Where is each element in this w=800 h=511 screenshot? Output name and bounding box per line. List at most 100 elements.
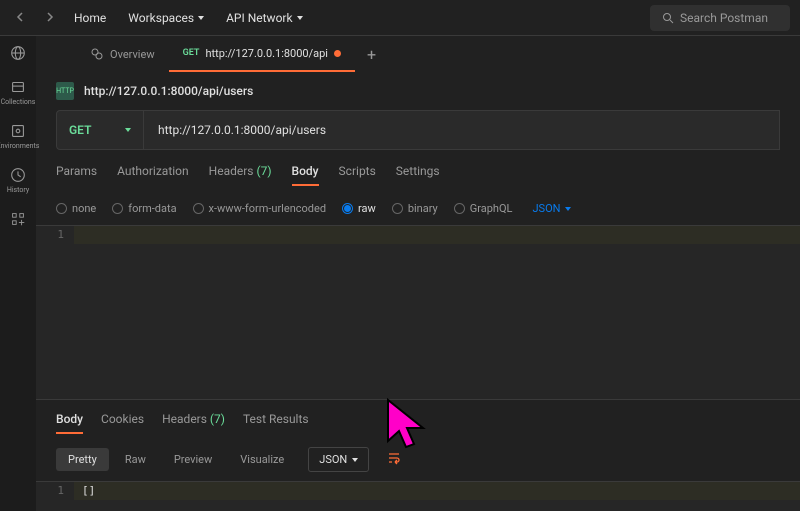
headers-count: (7) xyxy=(256,164,271,178)
search-input[interactable]: Search Postman xyxy=(650,5,790,31)
environments-icon xyxy=(9,122,27,140)
req-tab-label: Headers xyxy=(209,164,254,178)
workspace-tabs: Overview GET http://127.0.0.1:8000/api + xyxy=(36,36,800,72)
wrap-icon xyxy=(387,451,401,465)
resp-format-dropdown[interactable]: JSON xyxy=(308,447,369,472)
content-type-dropdown[interactable]: JSON xyxy=(532,202,570,215)
req-tab-body[interactable]: Body xyxy=(292,164,319,186)
tab-overview[interactable]: Overview xyxy=(76,36,169,72)
response-body-viewer[interactable]: 1 [] xyxy=(36,481,800,511)
resp-tab-headers[interactable]: Headers (7) xyxy=(162,412,225,434)
radio-icon xyxy=(56,203,67,214)
line-number: 1 xyxy=(36,482,74,500)
tab-label: Overview xyxy=(110,48,155,61)
request-url-bar: GET http://127.0.0.1:8000/api/users xyxy=(36,110,800,150)
radio-icon xyxy=(112,203,123,214)
response-tabs: Body Cookies Headers (7) Test Results xyxy=(36,400,800,442)
chevron-down-icon xyxy=(125,128,131,132)
chevron-down-icon xyxy=(565,207,571,211)
main-area: Overview GET http://127.0.0.1:8000/api +… xyxy=(36,36,800,511)
resp-tab-label: Headers xyxy=(162,412,207,426)
resp-view-raw[interactable]: Raw xyxy=(113,448,158,471)
new-tab-button[interactable]: + xyxy=(355,45,388,64)
unsaved-indicator xyxy=(334,50,341,57)
arrow-right-icon xyxy=(44,12,54,22)
sidebar-item-more[interactable] xyxy=(0,210,36,228)
response-view-controls: Pretty Raw Preview Visualize JSON xyxy=(36,442,800,481)
tab-request-active[interactable]: GET http://127.0.0.1:8000/api xyxy=(169,36,355,72)
tab-method-badge: GET xyxy=(183,48,200,58)
resp-headers-count: (7) xyxy=(210,412,225,426)
body-type-raw[interactable]: raw xyxy=(342,202,376,215)
resp-tab-body[interactable]: Body xyxy=(56,412,83,434)
search-icon xyxy=(662,12,674,24)
wrap-lines-button[interactable] xyxy=(379,446,409,473)
sidebar-label: Collections xyxy=(1,98,36,106)
url-value: http://127.0.0.1:8000/api/users xyxy=(158,123,326,137)
body-type-urlencoded[interactable]: x-www-form-urlencoded xyxy=(193,202,327,215)
body-type-none[interactable]: none xyxy=(56,202,96,215)
nav-workspaces-label: Workspaces xyxy=(128,11,194,25)
tab-label: http://127.0.0.1:8000/api xyxy=(205,47,328,60)
globe-icon xyxy=(9,44,27,62)
body-type-selector: none form-data x-www-form-urlencoded raw… xyxy=(36,196,800,225)
radio-label: raw xyxy=(358,202,376,215)
resp-view-visualize[interactable]: Visualize xyxy=(228,448,296,471)
arrow-left-icon xyxy=(16,12,26,22)
chevron-down-icon xyxy=(198,16,204,20)
resp-tab-test-results[interactable]: Test Results xyxy=(243,412,309,434)
req-tab-settings[interactable]: Settings xyxy=(396,164,440,186)
grid-plus-icon xyxy=(9,210,27,228)
nav-home[interactable]: Home xyxy=(66,7,114,29)
body-type-binary[interactable]: binary xyxy=(392,202,438,215)
chevron-down-icon xyxy=(297,16,303,20)
sidebar-item-globe[interactable] xyxy=(0,44,36,62)
overview-icon xyxy=(90,47,104,61)
url-input[interactable]: http://127.0.0.1:8000/api/users xyxy=(144,110,780,150)
resp-tab-cookies[interactable]: Cookies xyxy=(101,412,144,434)
req-tab-params[interactable]: Params xyxy=(56,164,97,186)
body-type-form-data[interactable]: form-data xyxy=(112,202,176,215)
req-tab-headers[interactable]: Headers (7) xyxy=(209,164,272,186)
resp-view-pretty[interactable]: Pretty xyxy=(56,448,109,471)
resp-view-preview[interactable]: Preview xyxy=(162,448,224,471)
forward-button[interactable] xyxy=(38,7,60,29)
radio-label: binary xyxy=(408,202,438,215)
sidebar-label: Environments xyxy=(0,142,39,150)
collections-icon xyxy=(9,78,27,96)
search-placeholder: Search Postman xyxy=(680,11,768,25)
history-icon xyxy=(9,166,27,184)
req-tab-scripts[interactable]: Scripts xyxy=(339,164,376,186)
response-panel: Body Cookies Headers (7) Test Results Pr… xyxy=(36,399,800,511)
request-body-editor[interactable]: 1 xyxy=(36,225,800,399)
chevron-down-icon xyxy=(352,458,358,462)
req-tab-authorization[interactable]: Authorization xyxy=(117,164,189,186)
radio-label: form-data xyxy=(128,202,176,215)
breadcrumb-url: http://127.0.0.1:8000/api/users xyxy=(84,84,253,98)
sidebar-label: History xyxy=(7,186,29,194)
line-content[interactable] xyxy=(74,226,800,244)
line-number: 1 xyxy=(36,226,74,244)
left-sidebar: Collections Environments History xyxy=(0,36,36,511)
radio-label: GraphQL xyxy=(470,202,513,215)
line-content: [] xyxy=(74,482,800,500)
nav-api-network[interactable]: API Network xyxy=(218,7,311,29)
request-tabs: Params Authorization Headers (7) Body Sc… xyxy=(36,150,800,196)
sidebar-item-collections[interactable]: Collections xyxy=(0,78,36,106)
radio-icon-selected xyxy=(342,203,353,214)
breadcrumb: HTTP http://127.0.0.1:8000/api/users xyxy=(36,72,800,110)
radio-icon xyxy=(193,203,204,214)
sidebar-item-history[interactable]: History xyxy=(0,166,36,194)
method-value: GET xyxy=(69,123,91,137)
nav-workspaces[interactable]: Workspaces xyxy=(120,7,212,29)
top-bar: Home Workspaces API Network Search Postm… xyxy=(0,0,800,36)
radio-icon xyxy=(392,203,403,214)
back-button[interactable] xyxy=(10,7,32,29)
radio-icon xyxy=(454,203,465,214)
method-dropdown[interactable]: GET xyxy=(56,110,144,150)
body-type-graphql[interactable]: GraphQL xyxy=(454,202,513,215)
content-type-value: JSON xyxy=(532,202,560,215)
resp-format-value: JSON xyxy=(319,453,347,466)
radio-label: none xyxy=(72,202,96,215)
sidebar-item-environments[interactable]: Environments xyxy=(0,122,36,150)
